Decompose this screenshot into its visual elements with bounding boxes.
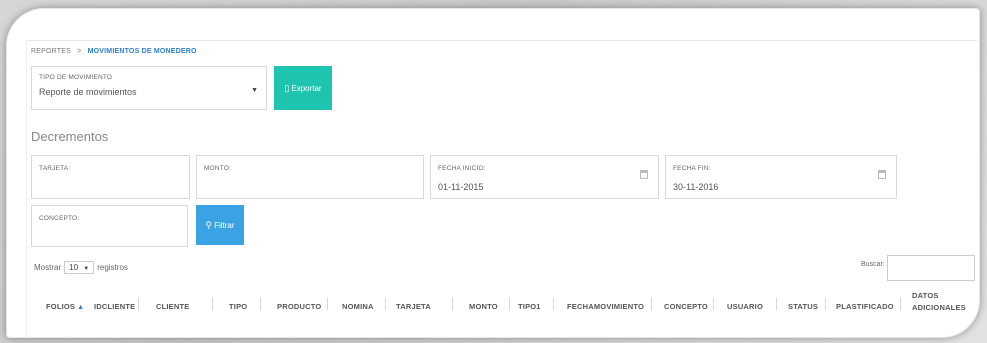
concepto-field[interactable]: CONCEPTO:: [31, 205, 188, 247]
column-header-tarjeta[interactable]: TARJETA: [396, 302, 431, 311]
column-header-label: FOLIOS: [46, 302, 76, 311]
column-header-datos-adicionales[interactable]: DATOS ADICIONALES: [912, 290, 966, 314]
column-divider: [900, 298, 901, 310]
tarjeta-field[interactable]: TARJETA:: [31, 155, 190, 199]
monto-label: MONTO:: [204, 165, 232, 172]
column-divider: [327, 298, 328, 310]
column-header-nomina[interactable]: NOMINA: [342, 302, 374, 311]
breadcrumb-current: MOVIMIENTOS DE MONEDERO: [87, 48, 197, 55]
concepto-label: CONCEPTO:: [39, 215, 80, 222]
movement-type-select[interactable]: TIPO DE MOVIMIENTO Reporte de movimiento…: [31, 66, 267, 110]
sort-ascending-icon: ▲: [77, 304, 85, 311]
document-icon: ▯: [284, 82, 290, 93]
filter-button[interactable]: ⚲ Filtrar: [196, 205, 244, 245]
column-header-tipo[interactable]: TIPO: [229, 302, 247, 311]
column-header-label: DATOS: [912, 291, 939, 300]
breadcrumb-parent[interactable]: REPORTES: [31, 48, 71, 55]
column-divider: [452, 298, 453, 310]
fecha-fin-label: FECHA FIN:: [673, 165, 711, 172]
fecha-fin-value: 30-11-2016: [673, 182, 719, 192]
table-header: FOLIOS ▲ IDCLIENTE CLIENTE TIPO PRODUCTO …: [0, 291, 987, 324]
search-input[interactable]: [887, 255, 975, 281]
column-divider: [825, 298, 826, 310]
column-divider: [212, 298, 213, 310]
table-length-control: Mostrar 10 ▼ registros: [34, 261, 128, 274]
column-header-producto[interactable]: PRODUCTO: [277, 302, 321, 311]
column-divider: [385, 298, 386, 310]
column-header-plastificado[interactable]: PLASTIFICADO: [836, 302, 894, 311]
calendar-icon[interactable]: [640, 170, 648, 179]
movement-type-label: TIPO DE MOVIMIENTO: [39, 74, 113, 81]
table-length-value: 10: [69, 263, 79, 272]
search-icon: ⚲: [205, 219, 213, 230]
chevron-down-icon: ▼: [83, 266, 90, 272]
column-divider: [553, 298, 554, 310]
column-divider: [713, 298, 714, 310]
column-header-fechamovimiento[interactable]: FECHAMOVIMIENTO: [567, 302, 644, 311]
monto-field[interactable]: MONTO:: [196, 155, 424, 199]
movement-type-value: Reporte de movimientos: [39, 87, 137, 97]
breadcrumb-separator: >: [77, 48, 82, 55]
column-header-concepto[interactable]: CONCEPTO: [664, 302, 708, 311]
section-title: Decrementos: [31, 129, 109, 144]
column-header-idcliente[interactable]: IDCLIENTE: [94, 302, 135, 311]
column-header-usuario[interactable]: USUARIO: [727, 302, 763, 311]
export-button-label: Exportar: [291, 83, 322, 93]
column-header-status[interactable]: STATUS: [788, 302, 818, 311]
table-length-select[interactable]: 10 ▼: [64, 261, 95, 274]
column-header-monto[interactable]: MONTO: [469, 302, 498, 311]
column-divider: [651, 298, 652, 310]
search-label: Buscar:: [861, 261, 885, 268]
column-header-folios[interactable]: FOLIOS ▲: [46, 302, 84, 311]
column-divider: [776, 298, 777, 310]
fecha-fin-field[interactable]: FECHA FIN: 30-11-2016: [665, 155, 897, 199]
tarjeta-label: TARJETA:: [39, 165, 71, 172]
table-length-suffix: registros: [97, 263, 128, 272]
table-length-prefix: Mostrar: [34, 263, 62, 272]
column-divider: [260, 298, 261, 310]
column-divider: [509, 298, 510, 310]
column-header-label: ADICIONALES: [912, 303, 966, 312]
filter-button-label: Filtrar: [214, 220, 235, 230]
calendar-icon[interactable]: [878, 170, 886, 179]
fecha-inicio-field[interactable]: FECHA INICIO: 01-11-2015: [430, 155, 659, 199]
fecha-inicio-label: FECHA INICIO:: [438, 165, 486, 172]
column-divider: [138, 298, 139, 310]
breadcrumb: REPORTES > MOVIMIENTOS DE MONEDERO: [31, 48, 197, 55]
column-header-cliente[interactable]: CLIENTE: [156, 302, 189, 311]
chevron-down-icon: ▼: [251, 87, 258, 94]
fecha-inicio-value: 01-11-2015: [438, 182, 484, 192]
export-button[interactable]: ▯ Exportar: [274, 66, 332, 110]
column-header-tipo1[interactable]: TIPO1: [518, 302, 541, 311]
